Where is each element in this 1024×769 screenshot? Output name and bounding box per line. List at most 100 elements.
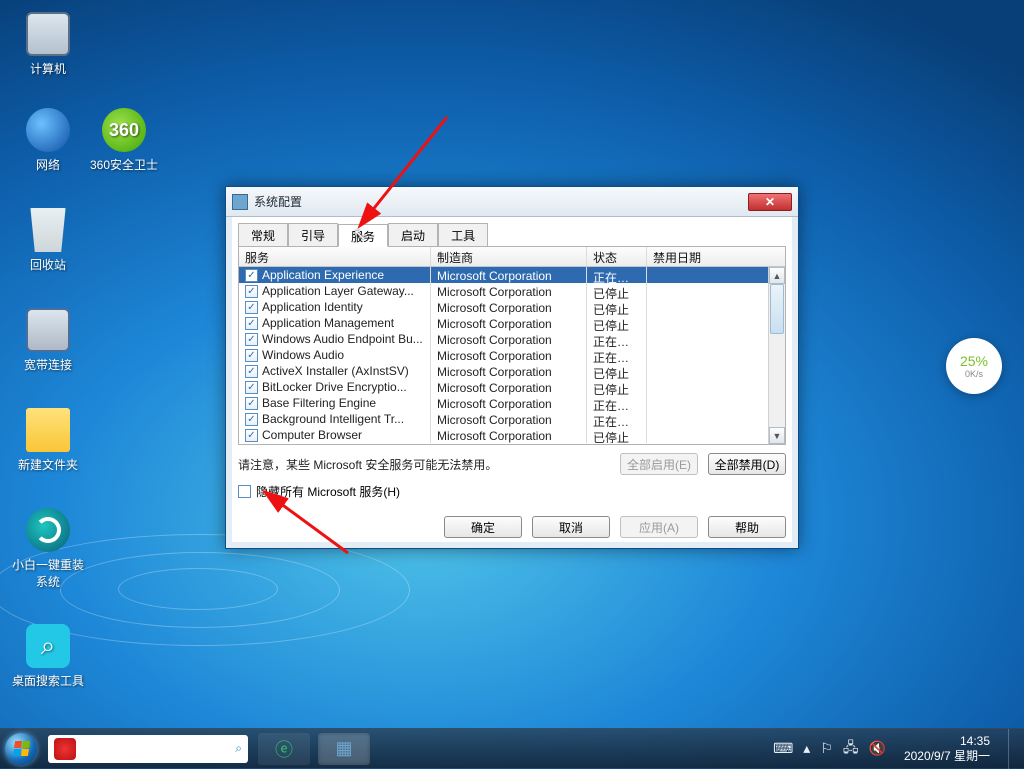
service-row[interactable]: ✓Windows Audio Endpoint Bu...Microsoft C…	[239, 331, 785, 347]
desktop-icon-broadband[interactable]: 宽带连接	[10, 308, 86, 373]
show-desktop-button[interactable]	[1008, 729, 1018, 769]
service-checkbox[interactable]: ✓	[245, 413, 258, 426]
chevron-up-icon[interactable]: ▴	[803, 740, 810, 757]
service-checkbox[interactable]: ✓	[245, 317, 258, 330]
service-row[interactable]: ✓Windows AudioMicrosoft Corporation正在运行	[239, 347, 785, 363]
icon-label: 宽带连接	[10, 356, 86, 373]
cancel-button[interactable]: 取消	[532, 516, 610, 538]
service-row[interactable]: ✓ ActiveX Installer (AxInstSV) Microsoft C…	[239, 363, 785, 379]
ok-button[interactable]: 确定	[444, 516, 522, 538]
start-button[interactable]	[0, 729, 42, 769]
vertical-scrollbar[interactable]: ▲ ▼	[768, 267, 785, 444]
dialog-titlebar[interactable]: 系统配置 ✕	[226, 187, 798, 217]
taskbar-searchbox[interactable]: ⌕	[48, 735, 248, 763]
service-row[interactable]: ✓Computer BrowserMicrosoft Corporation已停…	[239, 427, 785, 443]
desktop-icon-search-tool[interactable]: ⌕桌面搜索工具	[10, 624, 86, 689]
desktop-icon-reinstall-tool[interactable]: 小白一键重装 系统	[10, 508, 86, 590]
desktop-icon-network[interactable]: 网络	[10, 108, 86, 173]
service-checkbox[interactable]: ✓	[245, 429, 258, 442]
taskbar-clock[interactable]: 14:35 2020/9/7 星期一	[896, 734, 998, 763]
service-checkbox[interactable]: ✓	[245, 365, 258, 378]
service-row[interactable]: ✓ Application Management Microsoft Corpora…	[239, 315, 785, 331]
e-browser-icon: ⓔ	[258, 733, 310, 765]
col-service[interactable]: 服务	[239, 247, 431, 266]
service-row[interactable]: ✓BitLocker Drive Encryptio...Microsoft C…	[239, 379, 785, 395]
service-name: Computer Browser	[262, 428, 362, 442]
service-row[interactable]: ✓ Application Experience Microsoft Corpora…	[239, 267, 785, 283]
col-status[interactable]: 状态	[587, 247, 647, 266]
service-manufacturer: Microsoft Corporation	[431, 315, 587, 331]
desktop-icon-360safe[interactable]: 360360安全卫士	[86, 108, 162, 173]
clock-time: 14:35	[904, 734, 990, 748]
service-checkbox[interactable]: ✓	[245, 269, 258, 282]
service-manufacturer: Microsoft Corporation	[431, 299, 587, 315]
service-status: 已停止	[587, 379, 647, 395]
service-checkbox[interactable]: ✓	[245, 301, 258, 314]
col-disabled-date[interactable]: 禁用日期	[647, 247, 743, 266]
icon-label: 桌面搜索工具	[10, 672, 86, 689]
service-row[interactable]: ✓Background Intelligent Tr...Microsoft C…	[239, 411, 785, 427]
service-name: Application Management	[262, 316, 394, 330]
column-headers[interactable]: 服务 制造商 状态 禁用日期	[239, 247, 785, 267]
service-manufacturer: Microsoft Corporation	[431, 427, 587, 443]
tab-tools[interactable]: 工具	[438, 223, 488, 246]
desktop-icon-computer[interactable]: 计算机	[10, 12, 86, 77]
service-checkbox[interactable]: ✓	[245, 285, 258, 298]
flag-icon[interactable]: ⚐	[820, 740, 833, 757]
app-icon	[232, 194, 248, 210]
service-status: 正在运行	[587, 395, 647, 411]
service-disabled-date	[647, 283, 743, 299]
service-checkbox[interactable]: ✓	[245, 381, 258, 394]
service-checkbox[interactable]: ✓	[245, 349, 258, 362]
hide-ms-services-checkbox[interactable]	[238, 485, 251, 498]
service-name: BitLocker Drive Encryptio...	[262, 380, 407, 394]
keyboard-icon[interactable]: ⌨	[773, 740, 793, 757]
taskbar-item-browser[interactable]: ⓔ	[254, 729, 314, 769]
tab-services[interactable]: 服务	[338, 224, 388, 247]
col-manufacturer[interactable]: 制造商	[431, 247, 587, 266]
apply-button: 应用(A)	[620, 516, 698, 538]
tab-boot[interactable]: 引导	[288, 223, 338, 246]
service-disabled-date	[647, 395, 743, 411]
msconfig-icon: ▦	[318, 733, 370, 765]
service-manufacturer: Microsoft Corporation	[431, 267, 587, 283]
clock-date: 2020/9/7 星期一	[904, 749, 990, 763]
refresh-icon	[26, 508, 70, 552]
service-status: 正在运行	[587, 267, 647, 283]
volume-muted-icon[interactable]: 🔇	[869, 740, 886, 757]
computer-icon	[26, 12, 70, 56]
performance-float-ball[interactable]: 25% 0K/s	[946, 338, 1002, 394]
icon-label: 小白一键重装 系统	[10, 556, 86, 590]
close-button[interactable]: ✕	[748, 193, 792, 211]
service-name: Application Layer Gateway...	[262, 284, 414, 298]
disable-all-button[interactable]: 全部禁用(D)	[708, 453, 786, 475]
taskbar: ⌕ ⓔ ▦ ⌨ ▴ ⚐ 🖧 🔇 14:35 2020/9/7 星期一	[0, 728, 1024, 768]
service-row[interactable]: ✓Application Layer Gateway...Microsoft C…	[239, 283, 785, 299]
desktop-icon-new-folder[interactable]: 新建文件夹	[10, 408, 86, 473]
service-status: 已停止	[587, 299, 647, 315]
tab-general[interactable]: 常规	[238, 223, 288, 246]
service-name: Application Experience	[262, 268, 384, 282]
service-name: Background Intelligent Tr...	[262, 412, 404, 426]
desktop-icon-recycle-bin[interactable]: 回收站	[10, 208, 86, 273]
enable-all-button: 全部启用(E)	[620, 453, 698, 475]
baidu-icon	[54, 738, 76, 760]
service-checkbox[interactable]: ✓	[245, 397, 258, 410]
help-button[interactable]: 帮助	[708, 516, 786, 538]
service-row[interactable]: ✓Base Filtering EngineMicrosoft Corporat…	[239, 395, 785, 411]
taskbar-item-msconfig[interactable]: ▦	[314, 729, 374, 769]
service-row[interactable]: ✓ Application Identity Microsoft Corporati…	[239, 299, 785, 315]
service-checkbox[interactable]: ✓	[245, 333, 258, 346]
scroll-up-icon[interactable]: ▲	[769, 267, 785, 284]
windows-logo-icon	[12, 741, 29, 756]
tab-startup[interactable]: 启动	[388, 223, 438, 246]
service-name: Application Identity	[262, 300, 363, 314]
globe-icon	[26, 108, 70, 152]
service-name: ActiveX Installer (AxInstSV)	[262, 364, 409, 378]
scroll-thumb[interactable]	[770, 284, 784, 334]
scroll-down-icon[interactable]: ▼	[769, 427, 785, 444]
net-speed: 0K/s	[965, 369, 983, 379]
network-tray-icon[interactable]: 🖧	[843, 737, 859, 761]
icon-label: 回收站	[10, 256, 86, 273]
service-manufacturer: Microsoft Corporation	[431, 363, 587, 379]
